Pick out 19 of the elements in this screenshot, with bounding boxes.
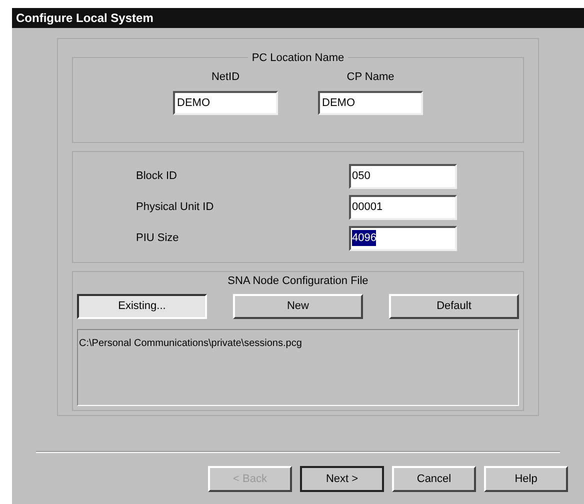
file-button[interactable]: New <box>233 294 363 318</box>
dialog-button[interactable]: Next > <box>300 466 384 492</box>
input-field[interactable]: 00001 <box>349 194 457 220</box>
field-label: Physical Unit ID <box>136 200 214 215</box>
field-label: PIU Size <box>136 230 179 246</box>
file-button[interactable]: Existing... <box>77 294 207 318</box>
input-field[interactable]: 4096 <box>349 226 457 250</box>
field-label: NetID <box>211 70 240 84</box>
input-field[interactable]: DEMO <box>173 91 278 115</box>
file-path: C:\Personal Communications\private\sessions.pcg <box>79 338 302 348</box>
field-label: CP Name <box>346 70 394 84</box>
dialog-button[interactable]: Cancel <box>392 466 476 492</box>
file-button[interactable]: Default <box>389 294 519 318</box>
input-field[interactable]: 050 <box>349 164 457 188</box>
window-title: Configure Local System <box>16 10 154 27</box>
dialog-button[interactable]: Help <box>484 466 568 492</box>
field-label: Block ID <box>136 168 177 184</box>
input-field[interactable]: DEMO <box>318 91 423 115</box>
group-title: SNA Node Configuration File <box>228 274 368 289</box>
